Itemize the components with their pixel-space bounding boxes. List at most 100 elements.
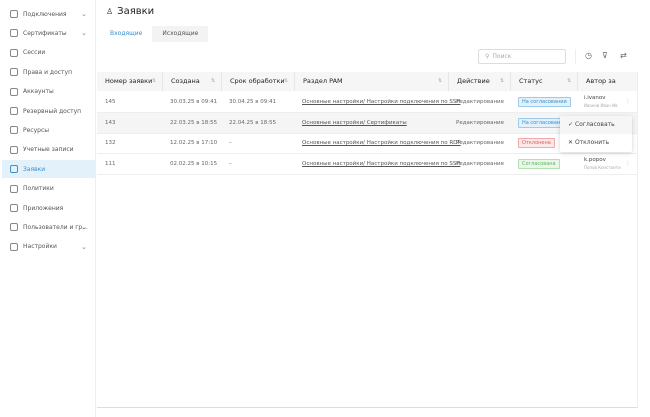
more-icon[interactable]: ⋮: [625, 98, 631, 105]
calendar-icon: [10, 68, 18, 77]
status-badge: Согласована: [518, 159, 560, 170]
sidebar-item[interactable]: Учетные записи: [2, 141, 95, 159]
sort-icon[interactable]: ⇅: [567, 72, 571, 91]
chevron-down-icon[interactable]: ⌄: [81, 29, 87, 37]
accounts-icon: [10, 87, 18, 96]
sidebar: Подключения ⌄ Сертификаты ⌄ Сессии Права и до…: [0, 0, 96, 417]
sidebar-item-label: Сертификаты: [23, 29, 67, 37]
cell-id: 143: [105, 119, 116, 126]
sidebar-item[interactable]: Резервный доступ: [2, 102, 95, 120]
section-link[interactable]: Основные настройки/ Настройки подключени…: [294, 92, 460, 112]
author-name: Иванов Иван Ив: [584, 103, 618, 108]
sort-icon[interactable]: ⇅: [500, 72, 504, 91]
sort-icon[interactable]: ⇅: [284, 72, 288, 91]
column-header[interactable]: Раздел PAM: [294, 72, 448, 91]
sidebar-item-label: Ресурсы: [23, 126, 50, 134]
sidebar-item-label: Права и доступ: [23, 68, 73, 76]
section-link[interactable]: Основные настройки/ Настройки подключени…: [294, 133, 461, 153]
section-link[interactable]: Основные настройки/ Сертификаты: [294, 113, 407, 133]
requests-icon: [10, 165, 18, 174]
cell-id: 145: [105, 99, 116, 105]
sort-icon[interactable]: ⇅: [211, 72, 215, 91]
search-input[interactable]: ⚲ Поиск: [478, 49, 566, 64]
requests-icon: ♙: [106, 7, 114, 16]
history-icon[interactable]: ◷: [585, 51, 592, 60]
sidebar-item-label: Сессии: [23, 49, 46, 57]
sidebar-item-label: Пользователи и гр...: [23, 223, 88, 231]
more-icon[interactable]: ⋮: [625, 160, 631, 167]
table-header: Номер заявки ⇅ Создана ⇅ Срок обработки ⇅ Разд…: [97, 72, 637, 91]
sidebar-item[interactable]: Права и доступ: [2, 63, 95, 81]
check-icon: ✓: [568, 121, 575, 128]
cell-action: Редактирование: [456, 99, 504, 105]
table-row[interactable]: 132 12.02.25 в 17:10 – Основные настройки/ …: [97, 133, 637, 155]
sidebar-item-label: Аккаунты: [23, 88, 54, 96]
sidebar-item-label: Заявки: [23, 165, 46, 173]
certificate-icon: [10, 29, 18, 38]
cell-deadline: 30.04.25 в 09:41: [229, 99, 277, 105]
column-header[interactable]: Автор за: [577, 72, 637, 91]
table-row[interactable]: 143 22.03.25 в 18:55 22.04.25 в 18:55 Основ…: [97, 112, 637, 134]
sidebar-item-label: Резервный доступ: [23, 107, 82, 115]
author-login: i.ivanov: [584, 95, 606, 101]
tabs: Входящие Исходящие: [100, 26, 209, 42]
page-title: ♙ Заявки: [106, 6, 155, 17]
sidebar-item[interactable]: Политики: [2, 180, 95, 198]
cell-action: Редактирование: [456, 119, 504, 126]
cell-deadline: 22.04.25 в 18:55: [229, 119, 277, 126]
cell-created: 30.03.25 в 09:41: [170, 99, 218, 105]
chevron-down-icon[interactable]: ⌄: [81, 243, 87, 251]
cell-created: 02.02.25 в 10:15: [170, 161, 218, 168]
sort-icon[interactable]: ⇅: [152, 72, 156, 91]
cell-deadline: –: [229, 140, 232, 147]
backup-icon: [10, 107, 18, 115]
sidebar-item[interactable]: Ресурсы: [2, 121, 95, 139]
cell-deadline: –: [229, 161, 232, 168]
resources-icon: [10, 126, 18, 135]
gear-icon: [10, 242, 18, 251]
cell-created: 12.02.25 в 17:10: [170, 140, 218, 147]
policy-icon: [10, 184, 18, 193]
sidebar-item[interactable]: Подключения ⌄: [2, 5, 95, 23]
sidebar-item-label: Настройки: [23, 243, 57, 251]
sidebar-item[interactable]: Заявки: [2, 160, 95, 179]
key-icon: [10, 145, 18, 154]
author-cell: i.ivanov Иванов Иван Ив: [584, 95, 618, 109]
tab-incoming[interactable]: Входящие: [100, 26, 152, 42]
status-badge: Отклонена: [518, 138, 555, 149]
sidebar-item-label: Подключения: [23, 10, 67, 18]
cell-id: 111: [105, 161, 116, 168]
status-badge: На согласовании: [518, 97, 571, 107]
sidebar-item[interactable]: Приложения: [2, 199, 95, 217]
sidebar-item-label: Приложения: [23, 204, 64, 212]
video-icon: [10, 48, 18, 57]
author-name: Попов Константи: [584, 165, 621, 171]
table-row[interactable]: 111 02.02.25 в 10:15 – Основные настройки/ …: [97, 154, 637, 176]
sidebar-item[interactable]: Аккаунты: [2, 83, 95, 101]
sidebar-item-label: Учетные записи: [23, 146, 74, 154]
menu-item-approve[interactable]: ✓ Согласовать: [560, 116, 632, 134]
requests-table: Номер заявки ⇅ Создана ⇅ Срок обработки ⇅ Разд…: [97, 72, 638, 408]
sort-icon[interactable]: ⇅: [438, 72, 442, 91]
chevron-down-icon[interactable]: ⌄: [81, 223, 87, 231]
filter-icon[interactable]: ⊽: [602, 51, 608, 60]
sidebar-item[interactable]: Сертификаты ⌄: [2, 24, 95, 42]
apps-icon: [10, 204, 18, 212]
cell-action: Редактирование: [456, 161, 504, 168]
cell-id: 132: [105, 140, 116, 147]
sidebar-item[interactable]: Сессии: [2, 44, 95, 62]
menu-item-reject[interactable]: ✕ Отклонить: [560, 134, 632, 152]
section-link[interactable]: Основные настройки/ Настройки подключени…: [294, 154, 460, 174]
context-menu: ✓ Согласовать ✕ Отклонить: [560, 116, 632, 152]
search-icon: ⚲: [485, 53, 490, 60]
sidebar-item[interactable]: Пользователи и гр... ⌄: [2, 218, 95, 236]
sidebar-item[interactable]: Настройки ⌄: [2, 238, 95, 256]
divider: [575, 49, 576, 64]
tab-outgoing[interactable]: Исходящие: [152, 26, 209, 42]
chevron-down-icon[interactable]: ⌄: [81, 10, 87, 18]
author-login: k.popov: [584, 157, 606, 164]
author-cell: k.popov Попов Константи: [584, 157, 621, 171]
cell-created: 22.03.25 в 18:55: [170, 119, 218, 126]
table-row[interactable]: 145 30.03.25 в 09:41 30.04.25 в 09:41 Основ…: [97, 92, 637, 113]
settings-sliders-icon[interactable]: ⇄: [620, 51, 627, 60]
